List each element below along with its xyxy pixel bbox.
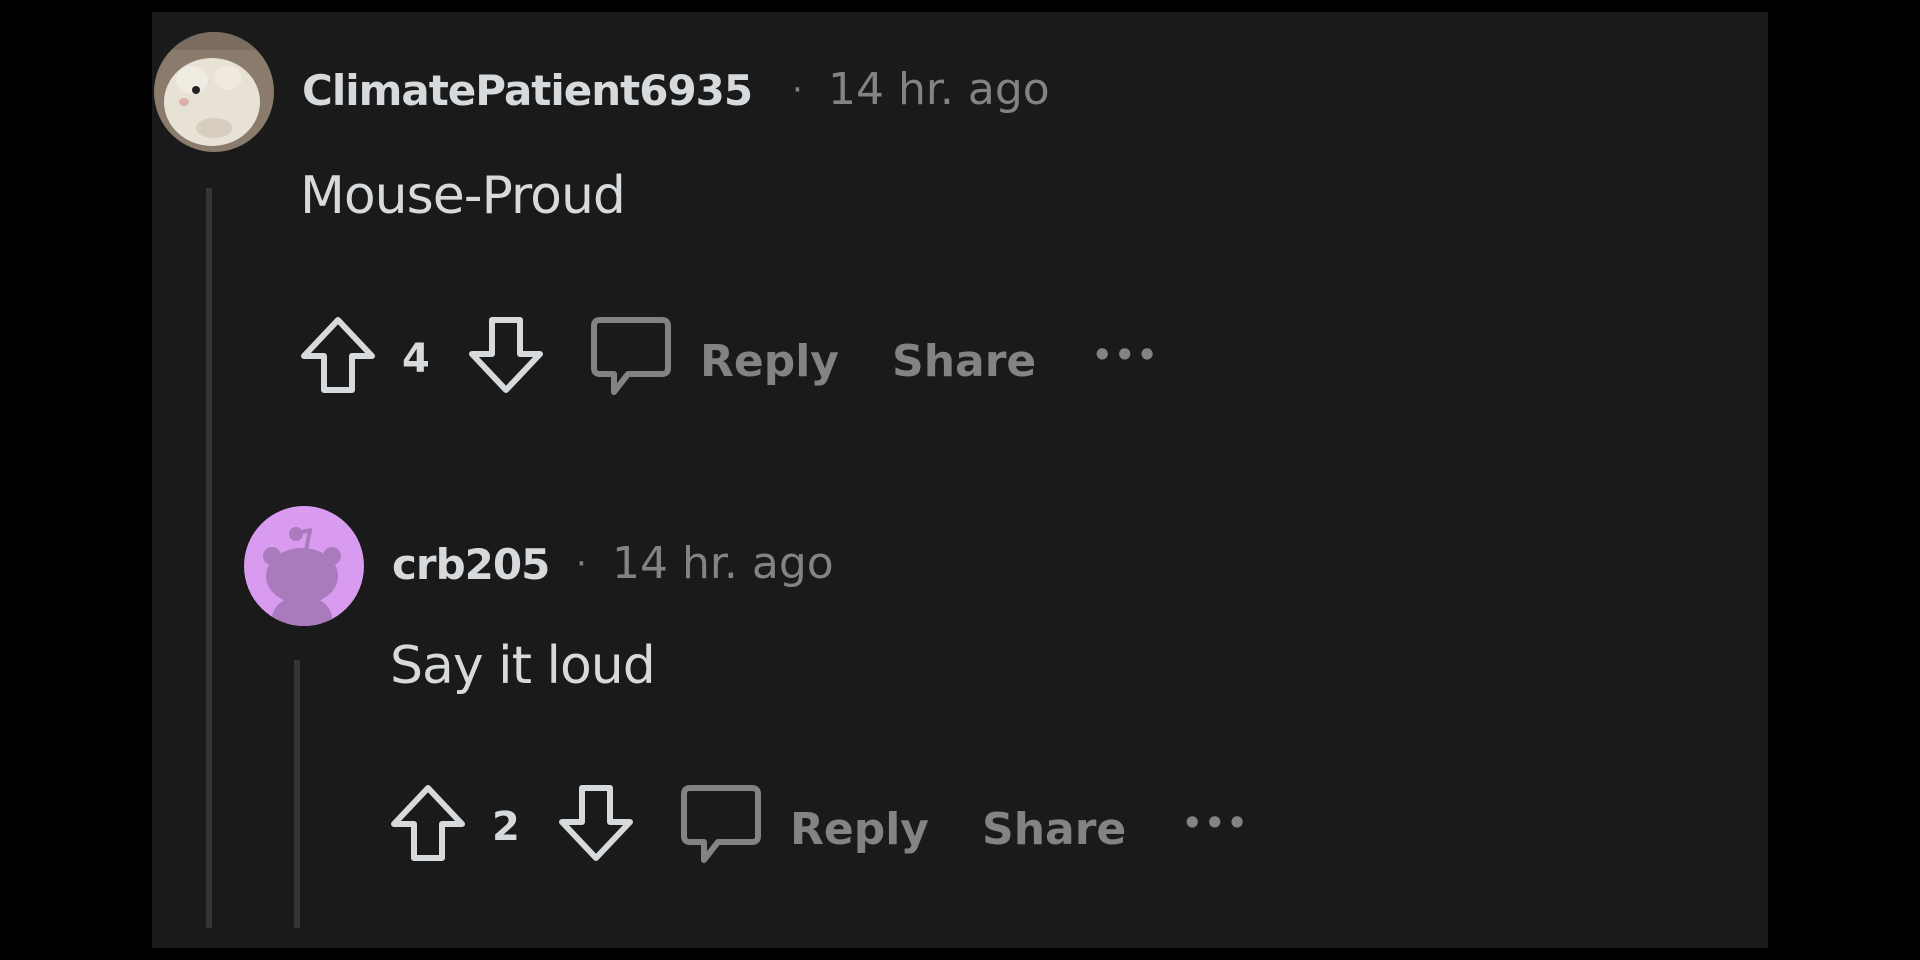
vote-count: 2 [492, 804, 520, 850]
reply-label[interactable]: Reply [790, 804, 929, 855]
thread-collapse-line[interactable] [206, 188, 212, 928]
reply-label[interactable]: Reply [700, 336, 839, 387]
comment-bubble-icon [681, 785, 761, 863]
thread-collapse-line[interactable] [294, 660, 300, 928]
share-button[interactable]: Share [982, 804, 1126, 855]
separator-dot: · [576, 544, 587, 584]
user-avatar[interactable] [244, 506, 364, 626]
comment-username[interactable]: ClimatePatient6935 [302, 66, 753, 115]
reply-button[interactable] [680, 784, 762, 868]
reply-button[interactable] [590, 316, 672, 400]
comment-body: Say it loud [390, 636, 656, 696]
comment-bubble-icon [591, 317, 671, 395]
comment-username[interactable]: crb205 [392, 540, 550, 589]
more-options-button[interactable]: ••• [1092, 336, 1159, 374]
downvote-arrow-icon [559, 785, 633, 861]
upvote-arrow-icon [391, 785, 465, 861]
comment-timestamp[interactable]: 14 hr. ago [612, 538, 834, 589]
user-avatar[interactable] [154, 32, 274, 152]
downvote-button[interactable] [466, 314, 546, 396]
upvote-button[interactable] [298, 314, 378, 396]
comment-timestamp[interactable]: 14 hr. ago [828, 64, 1050, 115]
comment-thread: ClimatePatient6935 · 14 hr. ago Mouse-Pr… [152, 12, 1768, 948]
downvote-button[interactable] [556, 782, 636, 864]
upvote-arrow-icon [301, 317, 375, 393]
vote-count: 4 [402, 336, 430, 382]
comment-body: Mouse-Proud [300, 166, 626, 226]
more-options-button[interactable]: ••• [1182, 804, 1249, 842]
snoo-avatar-icon [244, 506, 364, 626]
downvote-arrow-icon [469, 317, 543, 393]
separator-dot: · [792, 70, 803, 110]
share-button[interactable]: Share [892, 336, 1036, 387]
hamster-avatar-icon [154, 32, 274, 152]
upvote-button[interactable] [388, 782, 468, 864]
